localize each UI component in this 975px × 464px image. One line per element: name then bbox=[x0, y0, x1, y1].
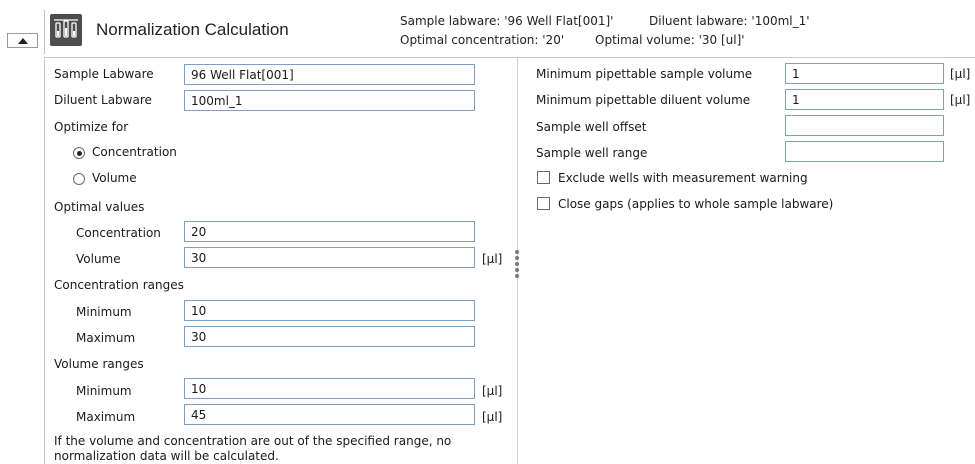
diluent-labware-summary: Diluent labware: '100ml_1' bbox=[649, 14, 810, 28]
range-note-line1: If the volume and concentration are out … bbox=[54, 434, 452, 448]
module-title: Normalization Calculation bbox=[96, 20, 289, 39]
optimal-concentration-field[interactable] bbox=[184, 221, 475, 242]
volume-radio-label[interactable]: Volume bbox=[92, 171, 137, 185]
volume-maximum-field[interactable] bbox=[184, 404, 475, 425]
sample-well-offset-label: Sample well offset bbox=[536, 120, 647, 134]
splitter-grip-dot[interactable] bbox=[515, 268, 519, 272]
sample-labware-field[interactable] bbox=[184, 64, 475, 85]
optimal-volume-summary: Optimal volume: '30 [ul]' bbox=[595, 33, 745, 47]
volume-maximum-unit: [µl] bbox=[482, 410, 503, 424]
concentration-ranges-label: Concentration ranges bbox=[54, 278, 184, 292]
optimal-volume-unit: [µl] bbox=[482, 252, 503, 266]
panel-splitter[interactable] bbox=[517, 57, 518, 464]
volume-minimum-unit: [µl] bbox=[482, 384, 503, 398]
concentration-minimum-field[interactable] bbox=[184, 300, 475, 321]
optimal-volume-label: Volume bbox=[76, 252, 121, 266]
splitter-grip-dot[interactable] bbox=[515, 250, 519, 254]
optimal-volume-field[interactable] bbox=[184, 247, 475, 268]
optimal-concentration-summary: Optimal concentration: '20' bbox=[400, 33, 565, 47]
min-diluent-volume-field[interactable] bbox=[785, 89, 944, 110]
sample-labware-summary: Sample labware: '96 Well Flat[001]' bbox=[400, 14, 614, 28]
concentration-maximum-field[interactable] bbox=[184, 326, 475, 347]
volume-minimum-field[interactable] bbox=[184, 378, 475, 399]
splitter-grip-dot[interactable] bbox=[515, 256, 519, 260]
min-diluent-volume-label: Minimum pipettable diluent volume bbox=[536, 93, 751, 107]
header-divider bbox=[44, 10, 45, 54]
optimal-concentration-label: Concentration bbox=[76, 226, 161, 240]
close-gaps-checkbox[interactable] bbox=[537, 197, 550, 210]
sample-well-offset-field[interactable] bbox=[785, 115, 944, 136]
min-sample-volume-unit: [µl] bbox=[950, 67, 971, 81]
collapse-triangle-icon bbox=[18, 38, 28, 44]
concentration-minimum-label: Minimum bbox=[76, 305, 132, 319]
optimize-for-label: Optimize for bbox=[54, 120, 129, 134]
range-note-line2: normalization data will be calculated. bbox=[54, 449, 279, 463]
collapse-button[interactable] bbox=[7, 33, 38, 48]
min-diluent-volume-unit: [µl] bbox=[950, 93, 971, 107]
header-bottom-border bbox=[44, 57, 975, 58]
normalization-module-icon bbox=[50, 14, 82, 46]
min-sample-volume-field[interactable] bbox=[785, 63, 944, 84]
diluent-labware-label: Diluent Labware bbox=[54, 93, 152, 107]
min-sample-volume-label: Minimum pipettable sample volume bbox=[536, 67, 753, 81]
close-gaps-label[interactable]: Close gaps (applies to whole sample labw… bbox=[558, 197, 833, 211]
volume-maximum-label: Maximum bbox=[76, 410, 136, 424]
optimal-values-label: Optimal values bbox=[54, 200, 145, 214]
concentration-radio-label[interactable]: Concentration bbox=[92, 145, 177, 159]
panel-left-border bbox=[44, 57, 45, 464]
concentration-maximum-label: Maximum bbox=[76, 331, 136, 345]
concentration-radio[interactable] bbox=[73, 147, 85, 159]
sample-labware-label: Sample Labware bbox=[54, 67, 154, 81]
exclude-warning-label[interactable]: Exclude wells with measurement warning bbox=[558, 171, 808, 185]
volume-radio[interactable] bbox=[73, 173, 85, 185]
volume-minimum-label: Minimum bbox=[76, 384, 132, 398]
exclude-warning-checkbox[interactable] bbox=[537, 171, 550, 184]
volume-ranges-label: Volume ranges bbox=[54, 357, 144, 371]
sample-well-range-field[interactable] bbox=[785, 141, 944, 162]
sample-well-range-label: Sample well range bbox=[536, 146, 648, 160]
splitter-grip-dot[interactable] bbox=[515, 262, 519, 266]
diluent-labware-field[interactable] bbox=[184, 90, 475, 111]
module-header: Normalization Calculation Sample labware… bbox=[0, 0, 975, 57]
splitter-grip-dot[interactable] bbox=[515, 274, 519, 278]
